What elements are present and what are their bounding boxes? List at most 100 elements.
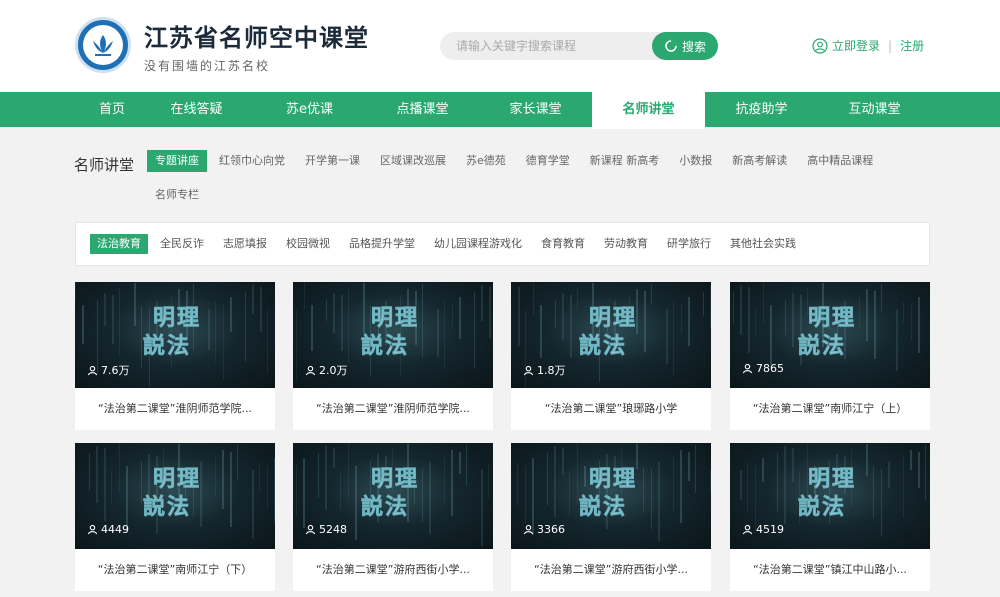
light-streak (222, 450, 224, 509)
light-streak (866, 444, 868, 476)
search-input[interactable] (456, 32, 646, 60)
course-title[interactable]: “法治第二课堂”镇江中山路小... (730, 549, 930, 591)
light-streak (260, 287, 262, 332)
course-title[interactable]: “法治第二课堂”游府西街小学... (293, 549, 493, 591)
nav-item-home[interactable]: 首页 (84, 92, 140, 127)
view-count-value: 3366 (537, 523, 565, 536)
course-title[interactable]: “法治第二课堂”南师江宁（上） (730, 388, 930, 430)
search-button[interactable]: 搜索 (652, 32, 718, 60)
category-tab[interactable]: 新高考解读 (724, 150, 795, 172)
nav-item-interactive[interactable]: 互动课堂 (818, 92, 931, 127)
nav-item-su-e-course[interactable]: 苏e优课 (253, 92, 366, 127)
subcategory-tab[interactable]: 劳动教育 (597, 234, 655, 254)
site-title[interactable]: 江苏省名师空中课堂 (144, 18, 369, 53)
user-icon (742, 524, 753, 535)
light-streak (569, 471, 570, 517)
category-tab[interactable]: 新课程 新高考 (582, 150, 668, 172)
thumbnail-title-text: 説法 (361, 494, 409, 520)
light-streak (230, 297, 232, 332)
view-count-value: 5248 (319, 523, 347, 536)
light-streak (259, 463, 260, 491)
light-streak (874, 291, 876, 359)
light-streak (859, 296, 860, 329)
light-streak (517, 463, 518, 505)
course-title[interactable]: “法治第二课堂”淮阴师范学院... (293, 388, 493, 430)
subcategory-tab[interactable]: 其他社会实践 (723, 234, 803, 254)
light-streak (703, 292, 704, 316)
course-title[interactable]: “法治第二课堂”琅琊路小学 (511, 388, 711, 430)
light-streak (748, 287, 750, 353)
nav-item-parents[interactable]: 家长课堂 (479, 92, 592, 127)
light-streak (341, 295, 343, 351)
thumbnail-title-text: 説法 (579, 494, 627, 520)
nav-item-famous-teachers[interactable]: 名师讲堂 (592, 92, 705, 129)
course-title[interactable]: “法治第二课堂”游府西街小学... (511, 549, 711, 591)
view-count-value: 4449 (101, 523, 129, 536)
light-streak (688, 297, 690, 346)
thumbnail-title-text: 説法 (798, 494, 846, 520)
light-streak (89, 453, 90, 491)
category-tab[interactable]: 小数报 (671, 150, 720, 172)
category-tab[interactable]: 名师专栏 (147, 184, 207, 206)
light-streak (644, 291, 646, 352)
category-tab[interactable]: 德育学堂 (518, 150, 578, 172)
light-streak (762, 458, 764, 482)
subcategory-tab[interactable]: 食育教育 (534, 234, 592, 254)
subcategory-tab[interactable]: 校园微视 (279, 234, 337, 254)
light-streak (333, 293, 335, 333)
lotus-logo-icon[interactable] (75, 17, 131, 73)
course-card[interactable]: 明理 説法 7865 “法治第二课堂”南师江宁（上） (730, 282, 930, 430)
thumbnail-title-text: 説法 (798, 333, 846, 359)
subcategory-tab[interactable]: 品格提升学堂 (342, 234, 422, 254)
view-count: 2.0万 (305, 362, 348, 378)
course-title[interactable]: “法治第二课堂”南师江宁（下） (75, 549, 275, 591)
light-streak (429, 462, 431, 534)
subcategory-tab[interactable]: 法治教育 (90, 234, 148, 254)
course-card[interactable]: 明理 説法 7.6万 “法治第二课堂”淮阴师范学院... (75, 282, 275, 430)
light-streak (666, 309, 668, 364)
light-streak (444, 302, 445, 369)
light-streak (215, 302, 216, 362)
light-streak (695, 445, 696, 493)
course-card[interactable]: 明理 説法 1.8万 “法治第二课堂”琅琊路小学 (511, 282, 711, 430)
light-streak (680, 450, 682, 523)
light-streak (451, 450, 453, 516)
category-tab[interactable]: 区域课改巡展 (372, 150, 454, 172)
subcategory-tab[interactable]: 幼儿园课程游戏化 (427, 234, 529, 254)
light-streak (318, 453, 319, 498)
section-title: 名师讲堂 (74, 156, 135, 174)
light-streak (792, 448, 794, 482)
thumbnail-title-text: 明理 (808, 306, 856, 331)
light-streak (459, 452, 461, 474)
light-streak (274, 458, 275, 521)
light-streak (658, 462, 660, 541)
login-link[interactable]: 立即登录 (832, 37, 880, 54)
category-tab[interactable]: 红领巾心向党 (211, 150, 293, 172)
thumbnail-title-text: 説法 (143, 333, 191, 359)
user-icon (523, 365, 534, 375)
subcategory-tab[interactable]: 志愿填报 (216, 234, 274, 254)
light-streak (733, 292, 734, 323)
thumbnail-title-text: 明理 (808, 467, 856, 492)
course-card[interactable]: 明理 説法 5248 “法治第二课堂”游府西街小学... (293, 443, 493, 591)
course-card[interactable]: 明理 説法 3366 “法治第二课堂”游府西街小学... (511, 443, 711, 591)
light-streak (333, 448, 335, 468)
subcategory-tab[interactable]: 全民反诈 (153, 234, 211, 254)
light-streak (363, 283, 365, 333)
subcategory-tab[interactable]: 研学旅行 (660, 234, 718, 254)
light-streak (296, 310, 297, 381)
course-title[interactable]: “法治第二课堂”淮阴师范学院... (75, 388, 275, 430)
course-card[interactable]: 明理 説法 4519 “法治第二课堂”镇江中山路小... (730, 443, 930, 591)
nav-item-epidemic-support[interactable]: 抗疫助学 (705, 92, 818, 127)
thumbnail-title-text: 明理 (371, 306, 419, 331)
category-tab[interactable]: 高中精品课程 (799, 150, 881, 172)
category-tab[interactable]: 苏e德苑 (458, 150, 514, 172)
nav-item-on-demand[interactable]: 点播课堂 (366, 92, 479, 127)
register-link[interactable]: 注册 (900, 37, 924, 54)
light-streak (881, 469, 882, 536)
category-tab[interactable]: 开学第一课 (297, 150, 368, 172)
category-tab[interactable]: 专题讲座 (147, 150, 207, 172)
course-card[interactable]: 明理 説法 2.0万 “法治第二课堂”淮阴师范学院... (293, 282, 493, 430)
course-card[interactable]: 明理 説法 4449 “法治第二课堂”南师江宁（下） (75, 443, 275, 591)
nav-item-online-qa[interactable]: 在线答疑 (140, 92, 253, 127)
